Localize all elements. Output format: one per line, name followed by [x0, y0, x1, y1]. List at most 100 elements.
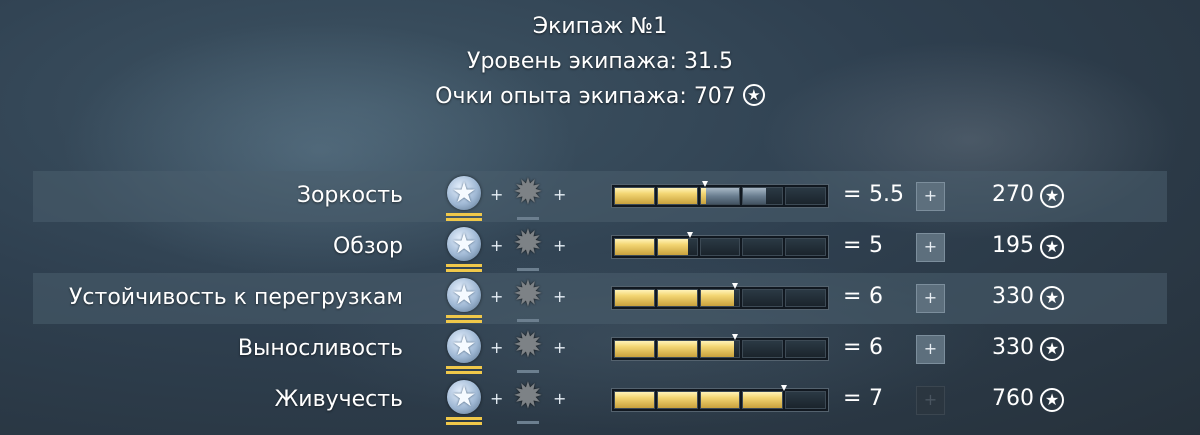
skill-bar-segment	[742, 340, 784, 358]
plus-sign: +	[553, 287, 567, 306]
specialization-star-icon	[508, 227, 548, 273]
skill-bar-segment	[785, 187, 826, 205]
skill-bar-fill	[700, 290, 734, 306]
specialization-star-icon	[508, 329, 548, 375]
skill-bar-fill	[700, 188, 707, 204]
skill-bar-fill	[657, 188, 697, 204]
skill-progress-bar	[611, 235, 829, 259]
skill-progress-bar	[611, 388, 829, 412]
qualification-star-icon	[444, 278, 484, 324]
increase-skill-button[interactable]: +	[916, 182, 945, 211]
crew-points-icon	[1040, 337, 1064, 361]
skill-level-marker	[732, 334, 739, 340]
skill-bar-segment	[614, 187, 655, 205]
skill-name: Выносливость	[237, 336, 403, 361]
qualification-star-icon	[444, 329, 484, 375]
plus-sign: +	[490, 236, 504, 255]
crew-level-value: 31.5	[683, 49, 733, 74]
plus-sign: +	[553, 185, 567, 204]
skill-bar-segment	[614, 289, 655, 307]
skill-bar-fill	[657, 239, 689, 255]
crew-experience-label: Очки опыта экипажа:	[435, 84, 687, 109]
skill-bar-segment	[699, 238, 741, 256]
skill-bar-fill	[657, 392, 697, 408]
crew-points-icon	[1040, 388, 1064, 412]
specialization-star-icon	[508, 278, 548, 324]
skill-bar-segment	[614, 391, 655, 409]
equals-sign: =	[843, 386, 862, 411]
crew-level-label: Уровень экипажа:	[467, 49, 677, 74]
skill-row: Обзор + + = 5 + 195	[33, 222, 1167, 273]
crew-experience-value: 707	[693, 84, 736, 109]
skill-name: Обзор	[332, 234, 403, 259]
skill-bar-fill	[657, 341, 697, 357]
plus-sign: +	[490, 185, 504, 204]
skill-bar-segment	[656, 187, 698, 205]
skill-bar-segment	[785, 238, 826, 256]
skill-progress-bar	[611, 337, 829, 361]
increase-skill-button[interactable]: +	[916, 386, 945, 415]
increase-skill-button[interactable]: +	[916, 233, 945, 262]
skill-level-value: 5	[869, 233, 883, 258]
plus-sign: +	[490, 389, 504, 408]
skill-bar-segment	[614, 238, 655, 256]
skill-level-marker	[686, 232, 693, 238]
skill-bar-segment	[656, 289, 698, 307]
skill-row: Зоркость + + = 5.5 + 270	[33, 171, 1167, 222]
skill-bar-segment	[614, 340, 655, 358]
skill-bar-segment	[785, 289, 826, 307]
crew-experience: Очки опыта экипажа: 707	[0, 84, 1200, 109]
skill-name: Зоркость	[296, 183, 403, 208]
skill-bar-segment	[699, 289, 741, 307]
skill-row: Живучесть + + = 7 + 760	[33, 375, 1167, 426]
skill-bar-fill	[657, 290, 697, 306]
equals-sign: =	[843, 335, 862, 360]
skill-bar-segment	[656, 340, 698, 358]
plus-sign: +	[490, 338, 504, 357]
skill-bar-fill	[615, 290, 654, 306]
skill-bar-segment	[699, 391, 741, 409]
skill-bar-segment	[742, 391, 784, 409]
plus-sign: +	[490, 287, 504, 306]
skill-bar-fill	[615, 341, 654, 357]
skill-cost: 330	[992, 284, 1034, 309]
skill-row: Устойчивость к перегрузкам + + = 6 + 330	[33, 273, 1167, 324]
increase-skill-button[interactable]: +	[916, 284, 945, 313]
skill-bar-fill	[615, 239, 654, 255]
skill-cost: 760	[992, 386, 1034, 411]
skill-cost: 330	[992, 335, 1034, 360]
skill-bar-segment	[785, 340, 826, 358]
skill-cost: 270	[992, 182, 1034, 207]
equals-sign: =	[843, 233, 862, 258]
crew-points-icon	[1040, 235, 1064, 259]
skill-bar-fill	[615, 188, 654, 204]
skill-bar-segment	[742, 289, 784, 307]
skill-bar-fill	[700, 392, 740, 408]
qualification-star-icon	[444, 176, 484, 222]
skill-bar-segment	[699, 187, 741, 205]
increase-skill-button[interactable]: +	[916, 335, 945, 364]
skill-level-marker	[701, 181, 708, 187]
skill-bar-segment	[656, 238, 698, 256]
skill-bar-segment	[742, 238, 784, 256]
skill-bar-segment	[699, 340, 741, 358]
crew-points-icon	[742, 84, 765, 106]
skill-bar-fill	[700, 341, 734, 357]
skill-bar-segment	[785, 391, 826, 409]
skill-cost: 195	[992, 233, 1034, 258]
qualification-star-icon	[444, 227, 484, 273]
crew-title: Экипаж №1	[532, 14, 668, 39]
skill-level-marker	[732, 283, 739, 289]
skill-bar-fill	[615, 392, 654, 408]
plus-sign: +	[553, 338, 567, 357]
skill-progress-bar	[611, 184, 829, 208]
skill-level-value: 6	[869, 284, 883, 309]
skill-bar-preview-fill	[700, 188, 740, 204]
skill-name: Устойчивость к перегрузкам	[69, 285, 403, 310]
skill-name: Живучесть	[274, 387, 403, 412]
skill-bar-segment	[656, 391, 698, 409]
skill-level-value: 7	[869, 386, 883, 411]
skills-table: Зоркость + + = 5.5 + 270 Обзор +	[33, 171, 1167, 426]
plus-sign: +	[553, 389, 567, 408]
skill-bar-fill	[743, 392, 783, 408]
